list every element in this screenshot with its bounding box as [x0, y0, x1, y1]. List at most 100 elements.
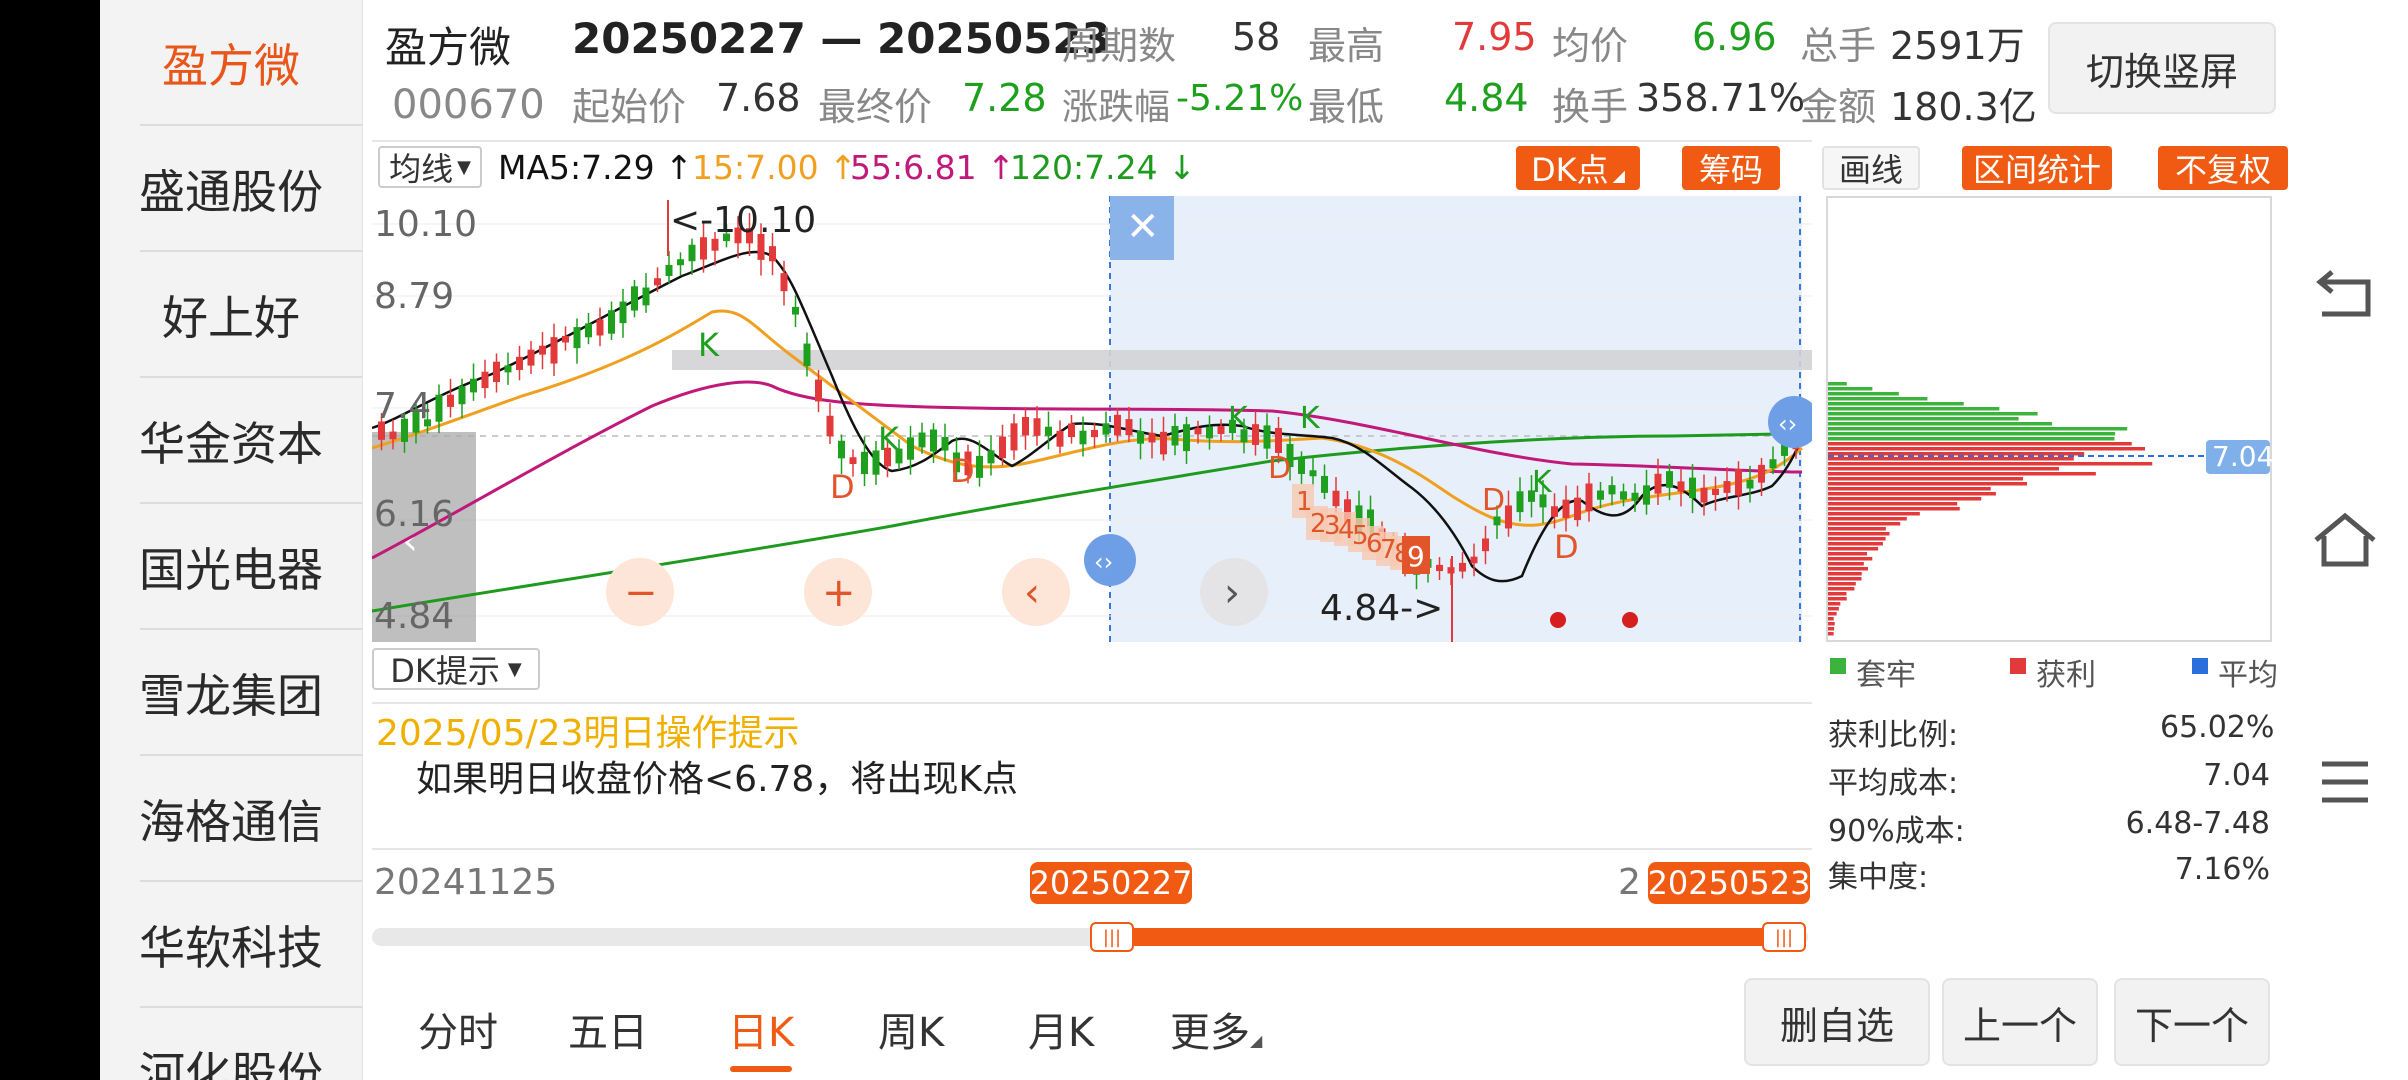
stock-list-item[interactable]: 河化股份 — [100, 1008, 362, 1080]
period-label: 周期数 — [1062, 24, 1177, 68]
chip-bar — [1828, 382, 1847, 386]
stock-list-item-active[interactable]: 盈方微 — [100, 0, 362, 126]
candle-body — [1758, 464, 1765, 483]
resize-arrows-icon: ‹› — [1778, 410, 1797, 438]
candle-body — [976, 455, 983, 478]
candle-body — [481, 371, 489, 389]
ma-selector[interactable]: 均线 ▼ — [378, 146, 482, 188]
candle-body — [654, 278, 661, 286]
volume-value: 2591万 — [1890, 24, 2025, 68]
tab-monthly-k[interactable]: 月K — [1028, 1000, 1094, 1058]
max-price-marker: <-10.10 — [670, 200, 816, 241]
amount-label: 金额 — [1800, 85, 1877, 129]
chip-bar — [1828, 512, 1920, 516]
switch-portrait-button[interactable]: 切换竖屏 — [2048, 22, 2276, 114]
dk-tip-selector[interactable]: DK提示 ▼ — [372, 648, 540, 690]
candle-body — [1056, 430, 1064, 447]
stock-list-item[interactable]: 华软科技 — [100, 882, 362, 1008]
tab-daily-k[interactable]: 日K — [728, 1000, 794, 1058]
candle-body — [1597, 490, 1604, 500]
chip-bar — [1828, 387, 1873, 391]
candle-body — [688, 244, 696, 262]
chevron-right-icon: › — [1224, 570, 1240, 616]
volume-label: 总手 — [1800, 24, 1877, 68]
min-price-marker: 4.84-> — [1320, 588, 1443, 629]
candle-body — [1194, 428, 1202, 435]
candle-body — [1700, 487, 1708, 503]
candle-body — [1574, 497, 1581, 521]
d-signal: D — [830, 468, 855, 506]
range-stats-button[interactable]: 区间统计 — [1962, 146, 2112, 190]
stock-list-item[interactable]: 盛通股份 — [100, 126, 362, 252]
chip-bar — [1828, 507, 1960, 511]
chip-bar — [1828, 427, 2128, 431]
tab-five-day[interactable]: 五日 — [568, 1000, 648, 1058]
chip-bar — [1828, 587, 1855, 591]
tab-intraday[interactable]: 分时 — [418, 1000, 498, 1058]
home-icon[interactable] — [2310, 510, 2380, 570]
candle-body — [987, 450, 995, 464]
stock-list-item[interactable]: 华金资本 — [100, 378, 362, 504]
tab-weekly-k[interactable]: 周K — [878, 1000, 944, 1058]
back-icon[interactable] — [2310, 268, 2380, 328]
chip-bar — [1828, 447, 2145, 451]
next-stock-button[interactable]: 下一个 — [2114, 978, 2270, 1066]
candle-body — [1298, 457, 1305, 474]
dk-point-button[interactable]: DK点 ◢ — [1516, 146, 1640, 190]
candle-body — [1689, 477, 1696, 499]
candle-body — [1631, 492, 1639, 501]
candle-body — [631, 286, 638, 311]
stock-name: 盈方微 — [385, 23, 512, 72]
low-label: 最低 — [1308, 85, 1385, 129]
draw-line-button[interactable]: 画线 — [1822, 146, 1920, 190]
candle-body — [642, 287, 650, 306]
remove-watchlist-button[interactable]: 删自选 — [1744, 978, 1930, 1066]
corner-arrow-icon: ◢ — [1250, 1031, 1263, 1050]
active-tab-indicator — [730, 1066, 792, 1072]
period-value: 58 — [1232, 15, 1281, 59]
k-signal: K — [698, 326, 720, 364]
chip-bar — [1828, 502, 1958, 506]
stock-list-item[interactable]: 好上好 — [100, 252, 362, 378]
chip-bar — [1828, 622, 1835, 626]
chip-bar — [1828, 412, 2038, 416]
candle-body — [907, 437, 914, 460]
turnover-value: 358.71% — [1636, 76, 1806, 120]
candle-body — [1321, 475, 1328, 493]
range-right-tag: 20250523 — [1647, 862, 1811, 904]
candle-body — [780, 273, 788, 292]
candle-body — [677, 259, 684, 266]
menu-icon[interactable] — [2310, 752, 2380, 812]
stock-list-item[interactable]: 海格通信 — [100, 756, 362, 882]
candle-body — [1206, 426, 1213, 439]
stock-list-item[interactable]: 国光电器 — [100, 504, 362, 630]
chip-bar — [1828, 467, 2059, 471]
tab-more[interactable]: 更多◢ — [1170, 1000, 1262, 1058]
candle-body — [1183, 424, 1190, 452]
kline-chart[interactable]: ‹ 10.10 8.79 7.4 6.16 4.84 <-10.10 4.84-… — [372, 196, 1812, 642]
stock-list-item[interactable]: 雪龙集团 — [100, 630, 362, 756]
candle-body — [1505, 505, 1512, 529]
candle-body — [608, 310, 615, 334]
range-right-handle[interactable]: ||| — [1762, 922, 1806, 952]
candle-body — [527, 349, 535, 366]
candle-body — [1608, 485, 1616, 495]
previous-stock-button[interactable]: 上一个 — [1942, 978, 2098, 1066]
candle-body — [1723, 481, 1731, 493]
chip-button[interactable]: 筹码 — [1682, 146, 1780, 190]
divider — [372, 140, 1812, 142]
range-end-date-cut: 2 — [1618, 862, 1641, 903]
chip-distribution-chart: 7.04 — [1826, 196, 2272, 642]
close-icon: ✕ — [1126, 204, 1160, 250]
no-adjust-button[interactable]: 不复权 — [2158, 146, 2288, 190]
chip-bar — [1828, 552, 1868, 556]
chip-bar — [1828, 422, 2053, 426]
grip-icon: ||| — [1774, 926, 1794, 948]
range-left-handle[interactable]: ||| — [1090, 922, 1134, 952]
range-fill — [1108, 928, 1788, 946]
ma15-value: 15:7.00 ↑ — [692, 148, 857, 187]
avg-cost-tag-text: 7.04 — [2212, 440, 2272, 473]
candle-body — [1551, 506, 1558, 517]
candle-body — [573, 327, 581, 349]
candle-body — [1769, 459, 1777, 469]
